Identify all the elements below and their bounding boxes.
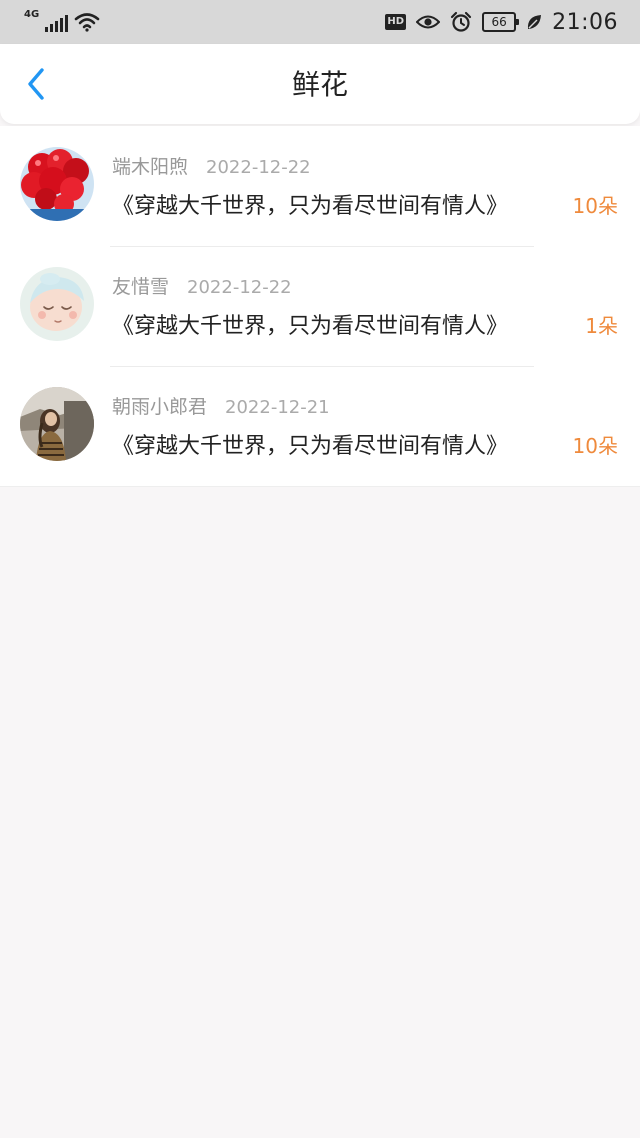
item-meta: 朝雨小郎君 2022-12-21 <box>112 392 330 419</box>
sender-name[interactable]: 端木阳煦 <box>112 152 188 179</box>
sender-name[interactable]: 友惜雪 <box>112 272 169 299</box>
flower-list: 端木阳煦 2022-12-22 《穿越大千世界，只为看尽世间有情人》 10朵 友… <box>0 126 640 487</box>
gift-message: 《穿越大千世界，只为看尽世间有情人》 <box>112 434 509 459</box>
send-date: 2022-12-21 <box>225 397 330 418</box>
item-meta: 友惜雪 2022-12-22 <box>112 272 292 299</box>
status-left: 4G <box>24 10 100 32</box>
list-item[interactable]: 端木阳煦 2022-12-22 《穿越大千世界，只为看尽世间有情人》 10朵 <box>0 126 640 246</box>
alarm-icon <box>450 11 472 32</box>
wifi-icon <box>74 13 100 32</box>
gift-message: 《穿越大千世界，只为看尽世间有情人》 <box>112 314 509 339</box>
signal-icon <box>45 14 69 32</box>
page-title: 鲜花 <box>291 68 348 101</box>
leaf-icon <box>528 15 542 29</box>
sender-name[interactable]: 朝雨小郎君 <box>112 392 207 419</box>
send-date: 2022-12-22 <box>187 277 292 298</box>
flower-count: 1朵 <box>585 314 618 338</box>
send-date: 2022-12-22 <box>206 157 311 178</box>
eye-icon <box>416 15 441 29</box>
avatar[interactable] <box>20 387 94 461</box>
navigation-bar: 鲜花 <box>0 44 640 124</box>
network-type: 4G <box>24 9 40 20</box>
flower-count: 10朵 <box>572 434 618 458</box>
list-item[interactable]: 友惜雪 2022-12-22 《穿越大千世界，只为看尽世间有情人》 1朵 <box>0 246 640 366</box>
avatar[interactable] <box>20 267 94 341</box>
clock: 21:06 <box>552 9 618 35</box>
avatar[interactable] <box>20 147 94 221</box>
hd-icon: HD <box>385 14 407 30</box>
battery-icon: 66 <box>482 12 520 32</box>
status-bar: 4G HD 66 21:06 <box>0 0 640 44</box>
item-meta: 端木阳煦 2022-12-22 <box>112 152 311 179</box>
list-item[interactable]: 朝雨小郎君 2022-12-21 《穿越大千世界，只为看尽世间有情人》 10朵 <box>0 366 640 486</box>
gift-message: 《穿越大千世界，只为看尽世间有情人》 <box>112 194 509 219</box>
status-right: HD 66 21:06 <box>385 8 618 36</box>
flower-count: 10朵 <box>572 194 618 218</box>
